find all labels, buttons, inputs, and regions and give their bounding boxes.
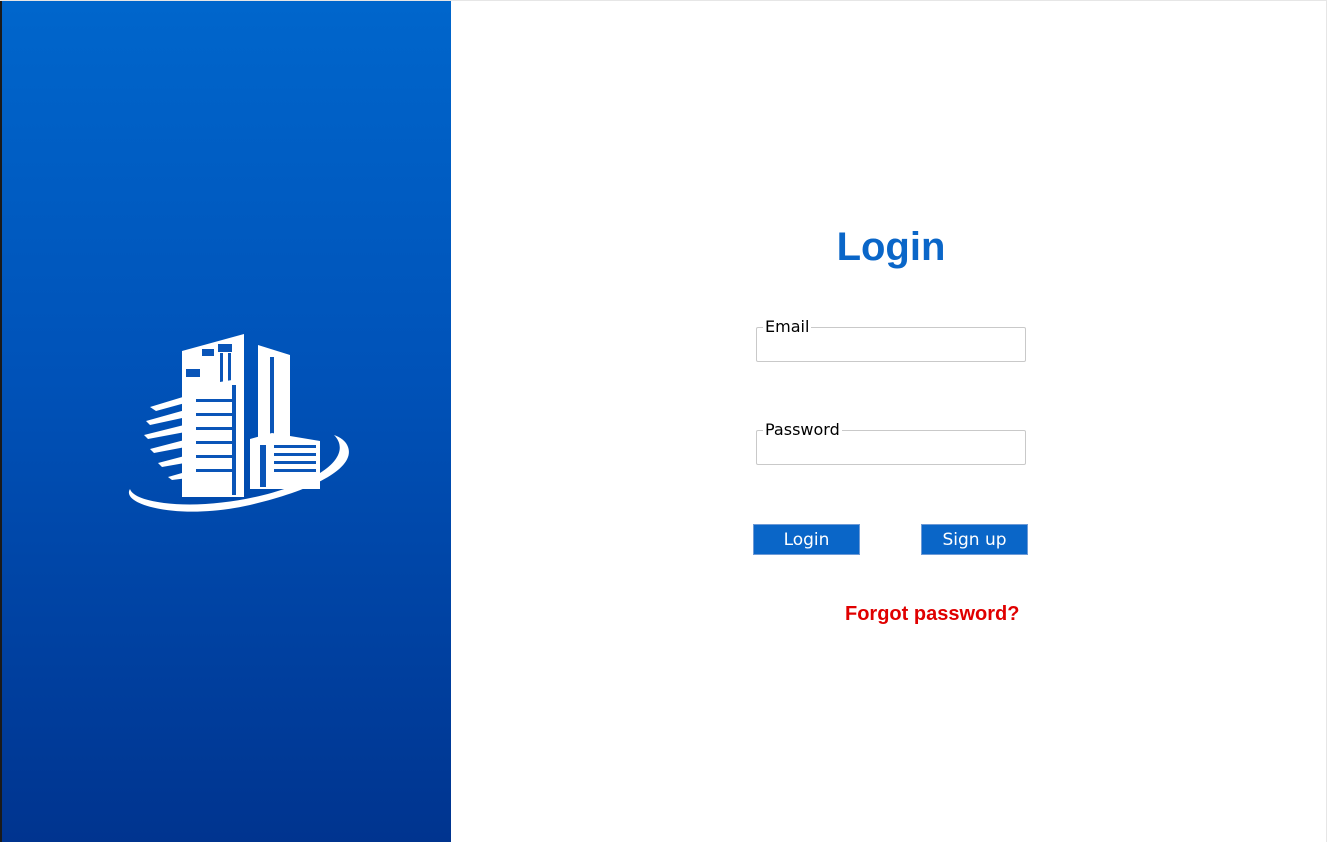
page-title: Login <box>836 225 946 269</box>
signup-button[interactable]: Sign up <box>921 524 1028 555</box>
password-label: Password <box>765 420 840 439</box>
login-window: Login Email Password Login Sign up Forgo… <box>0 0 1327 842</box>
email-field[interactable]: Email <box>756 319 1026 362</box>
password-field[interactable]: Password <box>756 422 1026 465</box>
login-button[interactable]: Login <box>753 524 860 555</box>
city-building-icon <box>128 334 349 512</box>
brand-panel <box>0 1 451 842</box>
login-form: Login Email Password Login Sign up Forgo… <box>451 1 1326 842</box>
email-input[interactable] <box>763 336 1019 360</box>
forgot-password-link[interactable]: Forgot password? <box>845 602 1019 626</box>
email-label: Email <box>765 317 810 336</box>
password-input[interactable] <box>763 439 1019 463</box>
